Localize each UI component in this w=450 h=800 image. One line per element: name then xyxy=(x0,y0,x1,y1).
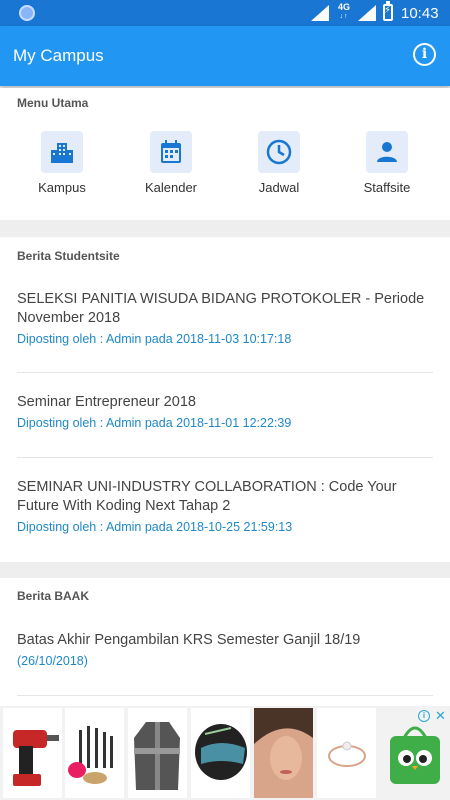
news-item[interactable]: SEMINAR UNI-INDUSTRY COLLABORATION : Cod… xyxy=(17,478,433,534)
news-item[interactable]: Batas Akhir Pengambilan KRS Semester Gan… xyxy=(17,631,433,668)
divider xyxy=(17,372,433,373)
app-bar: My Campus i xyxy=(0,26,450,86)
baak-title: Berita BAAK xyxy=(17,589,90,603)
battery-icon: ⚡ xyxy=(383,1,393,21)
ad-banner[interactable]: i ✕ xyxy=(0,706,450,800)
close-icon[interactable]: ✕ xyxy=(435,708,446,724)
news-meta: Diposting oleh : Admin pada 2018-11-03 1… xyxy=(17,332,292,346)
app-title: My Campus xyxy=(13,46,104,65)
menu-item-label: Kampus xyxy=(38,180,86,195)
news-title: Seminar Entrepreneur 2018 xyxy=(17,394,196,410)
menu-item-staffsite[interactable]: Staffsite xyxy=(342,131,432,195)
divider xyxy=(17,695,433,696)
news-meta: (26/10/2018) xyxy=(17,654,88,668)
baak-news-card: Berita BAAK Batas Akhir Pengambilan KRS … xyxy=(0,578,450,708)
drill-image[interactable] xyxy=(3,708,62,798)
news-title: SELEKSI PANITIA WISUDA BIDANG PROTOKOLER… xyxy=(17,291,425,326)
cell-signal-icon xyxy=(358,5,376,21)
building-icon xyxy=(41,131,83,173)
studentsite-news-card: Berita Studentsite SELEKSI PANITIA WISUD… xyxy=(0,237,450,562)
menu-item-kalender[interactable]: Kalender xyxy=(126,131,216,195)
helmet-image[interactable] xyxy=(191,708,250,798)
divider xyxy=(17,457,433,458)
person-icon xyxy=(366,131,408,173)
network-indicator: 4G ↓↑ xyxy=(338,2,351,21)
menu-item-label: Kalender xyxy=(144,180,198,195)
jacket-image[interactable] xyxy=(128,708,187,798)
studentsite-title: Berita Studentsite xyxy=(17,249,120,263)
news-title: Batas Akhir Pengambilan KRS Semester Gan… xyxy=(17,632,361,648)
calendar-icon xyxy=(150,131,192,173)
status-bar: 4G ↓↑ ⚡ 10:43 xyxy=(0,0,450,26)
news-meta: Diposting oleh : Admin pada 2018-10-25 2… xyxy=(17,520,293,534)
news-item[interactable]: SELEKSI PANITIA WISUDA BIDANG PROTOKOLER… xyxy=(17,290,433,346)
model-face-image[interactable] xyxy=(254,708,313,798)
menu-card: Menu Utama Kampus Kalender Jadwal Staffs… xyxy=(0,88,450,220)
wifi-signal-icon xyxy=(311,5,329,21)
makeup-brushes-image[interactable] xyxy=(65,708,124,798)
menu-item-label: Staffsite xyxy=(363,180,411,195)
clock-icon xyxy=(258,131,300,173)
ring-image[interactable] xyxy=(317,708,376,798)
menu-title: Menu Utama xyxy=(17,96,89,110)
menu-item-label: Jadwal xyxy=(258,180,300,195)
menu-item-jadwal[interactable]: Jadwal xyxy=(234,131,324,195)
ad-choices-icon[interactable]: i xyxy=(418,710,430,722)
menu-item-kampus[interactable]: Kampus xyxy=(17,131,107,195)
news-item[interactable]: Seminar Entrepreneur 2018 Diposting oleh… xyxy=(17,393,433,430)
notification-icon xyxy=(19,5,35,21)
clock-time: 10:43 xyxy=(401,5,439,22)
news-meta: Diposting oleh : Admin pada 2018-11-01 1… xyxy=(17,416,292,430)
news-title: SEMINAR UNI-INDUSTRY COLLABORATION : Cod… xyxy=(17,479,397,514)
info-icon[interactable]: i xyxy=(413,43,436,66)
